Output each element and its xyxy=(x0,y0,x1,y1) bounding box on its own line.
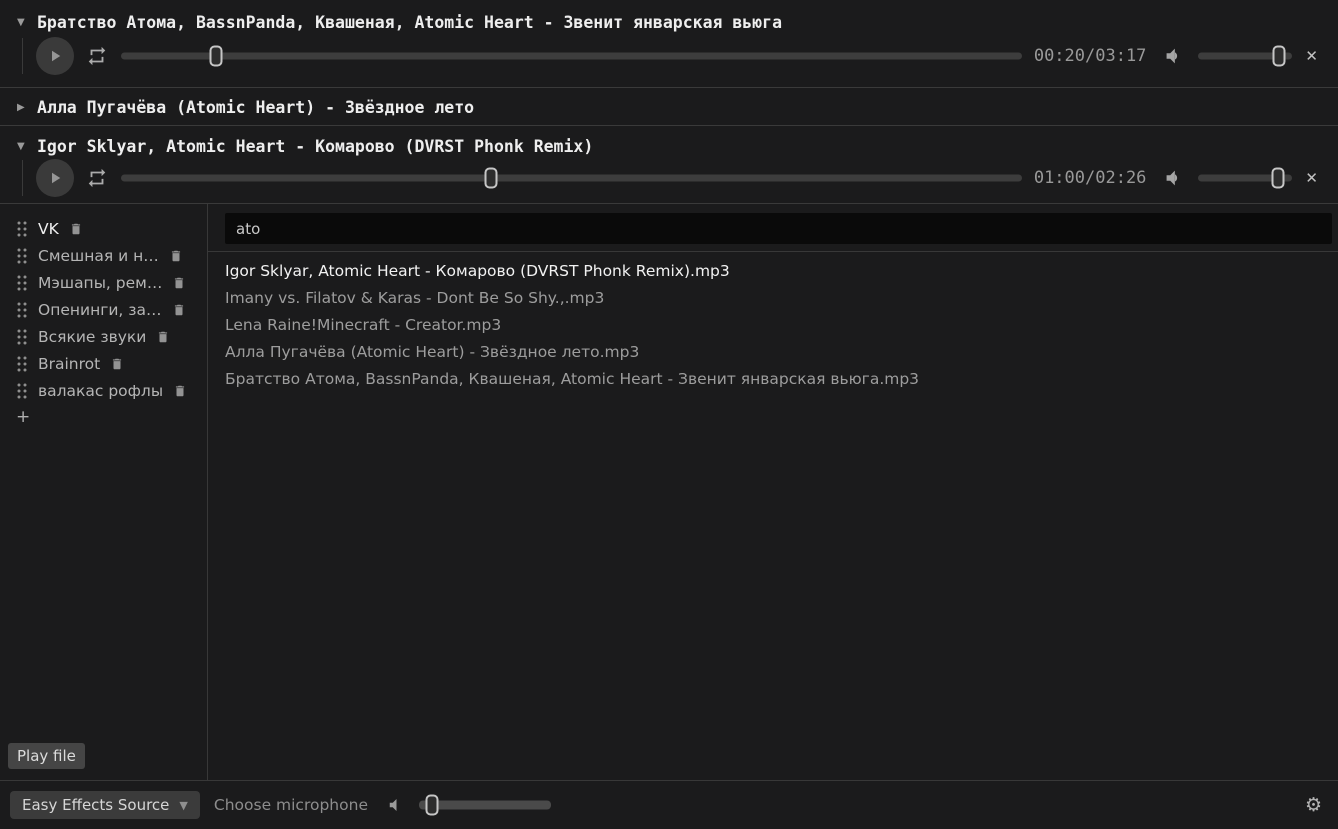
player-header: ▶ Алла Пугачёва (Atomic Heart) - Звёздно… xyxy=(0,88,1338,125)
sidebar-item-funny[interactable]: Смешная и н… xyxy=(0,242,207,269)
soundboard-app: ▼ Братство Атома, BassnPanda, Квашеная, … xyxy=(0,0,1338,829)
player-controls: 01:00/02:26 ✕ xyxy=(17,159,1318,197)
sidebar-item-valakas[interactable]: валакас рофлы xyxy=(0,377,207,404)
search-bar xyxy=(208,204,1338,252)
player-row: ▼ Братство Атома, BassnPanda, Квашеная, … xyxy=(0,0,1338,88)
search-input[interactable] xyxy=(225,213,1332,244)
play-icon xyxy=(46,47,64,65)
volume-icon[interactable] xyxy=(1162,167,1184,189)
sidebar-item-label: VK xyxy=(38,220,59,238)
player-header: ▼ Igor Sklyar, Atomic Heart - Комарово (… xyxy=(0,126,1338,157)
repeat-icon[interactable] xyxy=(86,167,108,189)
player-header: ▼ Братство Атома, BassnPanda, Квашеная, … xyxy=(0,0,1338,33)
mic-muted-icon[interactable] xyxy=(386,796,404,814)
collapse-toggle-icon[interactable]: ▼ xyxy=(17,141,28,152)
file-browser: Igor Sklyar, Atomic Heart - Комарово (DV… xyxy=(208,204,1338,780)
main-area: VK Смешная и н… Мэшапы, рем… Опенинги, з… xyxy=(0,204,1338,780)
file-list-item[interactable]: Imany vs. Filatov & Karas - Dont Be So S… xyxy=(225,285,1328,312)
volume-handle[interactable] xyxy=(1272,168,1285,189)
trash-icon[interactable] xyxy=(110,357,124,371)
drag-handle-icon[interactable] xyxy=(16,355,28,373)
mic-volume-track[interactable] xyxy=(419,801,551,810)
seek-slider[interactable] xyxy=(121,167,1022,189)
seek-track[interactable] xyxy=(121,53,1022,60)
repeat-icon[interactable] xyxy=(86,45,108,67)
file-list: Igor Sklyar, Atomic Heart - Комарово (DV… xyxy=(208,252,1338,393)
play-icon xyxy=(46,169,64,187)
choose-microphone-label: Choose microphone xyxy=(214,796,368,814)
volume-icon[interactable] xyxy=(1162,45,1184,67)
close-player-button[interactable]: ✕ xyxy=(1305,47,1318,65)
drag-handle-icon[interactable] xyxy=(16,220,28,238)
play-button[interactable] xyxy=(36,37,74,75)
seek-track[interactable] xyxy=(121,175,1022,182)
sidebar-item-label: валакас рофлы xyxy=(38,382,163,400)
bottom-bar: Easy Effects Source ▼ Choose microphone … xyxy=(0,780,1338,829)
drag-handle-icon[interactable] xyxy=(16,247,28,265)
audio-source-label: Easy Effects Source xyxy=(22,796,169,814)
active-players: ▼ Братство Атома, BassnPanda, Квашеная, … xyxy=(0,0,1338,204)
sidebar-item-brainrot[interactable]: Brainrot xyxy=(0,350,207,377)
time-display: 01:00/02:26 xyxy=(1034,168,1147,188)
play-button[interactable] xyxy=(36,159,74,197)
drag-handle-icon[interactable] xyxy=(16,382,28,400)
file-list-item[interactable]: Алла Пугачёва (Atomic Heart) - Звёздное … xyxy=(225,339,1328,366)
player-title: Алла Пугачёва (Atomic Heart) - Звёздное … xyxy=(37,98,474,117)
player-row: ▶ Алла Пугачёва (Atomic Heart) - Звёздно… xyxy=(0,88,1338,126)
sidebar-item-vk[interactable]: VK xyxy=(0,215,207,242)
sidebar-item-label: Brainrot xyxy=(38,355,100,373)
player-row: ▼ Igor Sklyar, Atomic Heart - Комарово (… xyxy=(0,126,1338,204)
gear-icon[interactable]: ⚙ xyxy=(1305,794,1322,816)
trash-icon[interactable] xyxy=(69,222,83,236)
time-display: 00:20/03:17 xyxy=(1034,46,1147,66)
sidebar-item-sounds[interactable]: Всякие звуки xyxy=(0,323,207,350)
sidebar-item-openings[interactable]: Опенинги, за… xyxy=(0,296,207,323)
volume-handle[interactable] xyxy=(1273,46,1286,67)
trash-icon[interactable] xyxy=(172,303,186,317)
volume-slider[interactable] xyxy=(1198,167,1292,189)
sidebar-item-label: Всякие звуки xyxy=(38,328,146,346)
collapse-toggle-icon[interactable]: ▼ xyxy=(17,17,28,28)
indent-guide xyxy=(22,38,23,74)
play-file-button[interactable]: Play file xyxy=(8,743,85,769)
seek-handle[interactable] xyxy=(485,168,498,189)
sidebar-item-label: Опенинги, за… xyxy=(38,301,162,319)
close-player-button[interactable]: ✕ xyxy=(1305,169,1318,187)
sidebar-item-mashups[interactable]: Мэшапы, рем… xyxy=(0,269,207,296)
trash-icon[interactable] xyxy=(156,330,170,344)
file-list-item[interactable]: Братство Атома, BassnPanda, Квашеная, At… xyxy=(225,366,1328,393)
expand-toggle-icon[interactable]: ▶ xyxy=(17,102,28,113)
drag-handle-icon[interactable] xyxy=(16,328,28,346)
file-list-item[interactable]: Igor Sklyar, Atomic Heart - Комарово (DV… xyxy=(225,258,1328,285)
indent-guide xyxy=(22,160,23,196)
seek-slider[interactable] xyxy=(121,45,1022,67)
tabs-sidebar: VK Смешная и н… Мэшапы, рем… Опенинги, з… xyxy=(0,204,208,780)
trash-icon[interactable] xyxy=(172,276,186,290)
sidebar-item-label: Смешная и н… xyxy=(38,247,159,265)
file-list-item[interactable]: Lena Raine!Minecraft - Creator.mp3 xyxy=(225,312,1328,339)
audio-source-dropdown[interactable]: Easy Effects Source ▼ xyxy=(10,791,200,819)
trash-icon[interactable] xyxy=(169,249,183,263)
drag-handle-icon[interactable] xyxy=(16,274,28,292)
player-title: Братство Атома, BassnPanda, Квашеная, At… xyxy=(37,13,782,32)
trash-icon[interactable] xyxy=(173,384,187,398)
mic-volume-handle[interactable] xyxy=(426,795,439,816)
mic-volume-slider[interactable] xyxy=(419,794,551,816)
add-tab-button[interactable]: + xyxy=(0,408,207,426)
drag-handle-icon[interactable] xyxy=(16,301,28,319)
seek-handle[interactable] xyxy=(210,46,223,67)
chevron-down-icon: ▼ xyxy=(179,799,187,812)
player-controls: 00:20/03:17 ✕ xyxy=(17,37,1318,75)
player-title: Igor Sklyar, Atomic Heart - Комарово (DV… xyxy=(37,137,593,156)
sidebar-item-label: Мэшапы, рем… xyxy=(38,274,162,292)
volume-slider[interactable] xyxy=(1198,45,1292,67)
